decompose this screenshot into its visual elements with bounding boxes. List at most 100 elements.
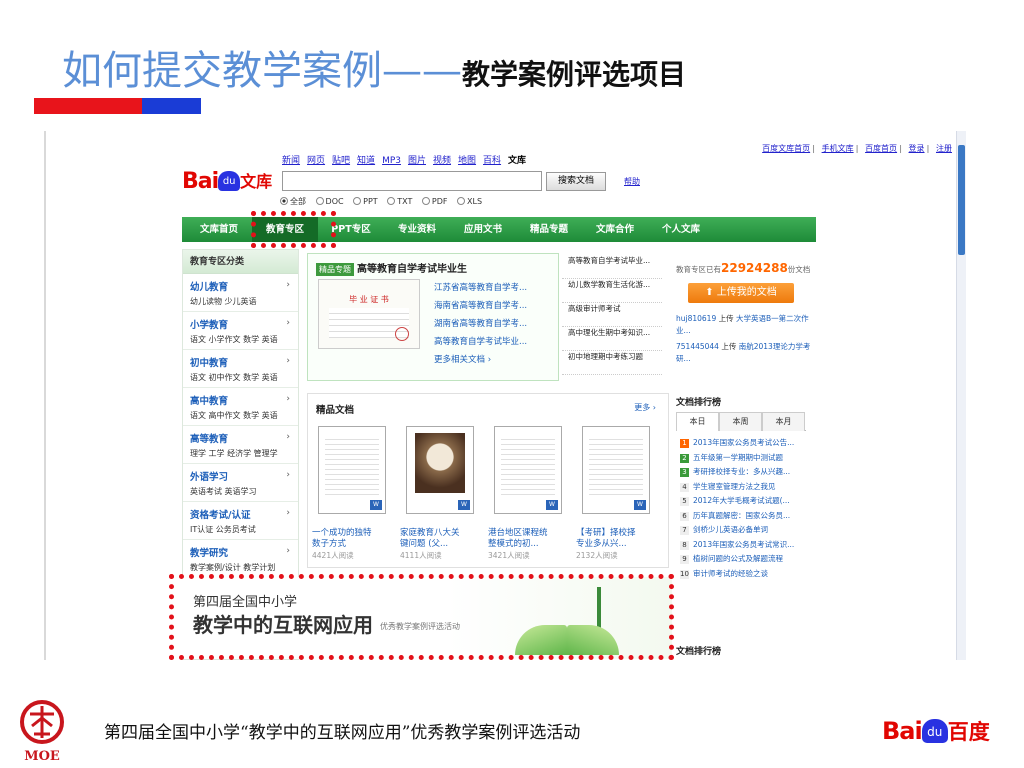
link-wenku-home[interactable]: 百度文库首页 xyxy=(762,144,810,153)
search-input[interactable] xyxy=(282,171,542,191)
doc-title[interactable]: 港台地区课程统 整模式的初... xyxy=(488,528,568,550)
radio-pdf[interactable]: PDF xyxy=(421,197,448,206)
link-register[interactable]: 注册 xyxy=(936,144,952,153)
doc-title[interactable]: 一个成功的独特 数子方式 xyxy=(312,528,392,550)
featured-side-item[interactable]: 幼儿数学教育生活化游... xyxy=(562,279,662,303)
radio-txt[interactable]: TXT xyxy=(387,197,412,206)
tab-today[interactable]: 本日 xyxy=(676,412,719,431)
doc-card[interactable]: W 家庭教育八大关 键问题 (父... 4111人阅读 xyxy=(400,426,480,561)
radio-icon xyxy=(421,197,430,205)
tab-this-week[interactable]: 本周 xyxy=(719,412,762,431)
featured-link[interactable]: 海南省高等教育自学考... xyxy=(434,297,527,315)
more-related-link[interactable]: 更多相关文档 › xyxy=(434,351,527,369)
ranking-title: 文档排行榜 xyxy=(676,398,722,408)
chevron-right-icon: › xyxy=(286,470,290,480)
tab-personal[interactable]: 个人文库 xyxy=(648,217,714,242)
ranking-item[interactable]: 3 考研择校择专业：多从兴趣... xyxy=(680,466,820,481)
doc-card[interactable]: W 【考研】择校择 专业多从兴... 2132人阅读 xyxy=(576,426,656,561)
doc-title[interactable]: 【考研】择校择 专业多从兴... xyxy=(576,528,656,550)
more-link[interactable]: 更多 › xyxy=(634,402,656,413)
radio-icon xyxy=(457,197,466,205)
featured-side-item[interactable]: 高级审计师考试 xyxy=(562,303,662,327)
link-baidu-home[interactable]: 百度首页 xyxy=(865,144,897,153)
word-icon: W xyxy=(458,500,470,510)
featured-side-item[interactable]: 高中理化生期中考知识... xyxy=(562,327,662,351)
doc-title[interactable]: 家庭教育八大关 键问题 (父... xyxy=(400,528,480,550)
doc-thumbnail[interactable]: W xyxy=(582,426,650,514)
doc-card[interactable]: W 一个成功的独特 数子方式 4421人阅读 xyxy=(312,426,392,561)
doc-thumbnail[interactable]: W xyxy=(406,426,474,514)
nav-images[interactable]: 图片 xyxy=(408,156,426,166)
sidebar-item-preschool[interactable]: 幼儿教育 幼儿读物 少儿英语 › xyxy=(183,274,298,312)
featured-title[interactable]: 精品专题 高等教育自学考试毕业生 xyxy=(316,260,467,276)
nav-video[interactable]: 视频 xyxy=(433,156,451,166)
tab-this-month[interactable]: 本月 xyxy=(762,412,805,431)
ranking-item[interactable]: 6 历年真题解密：国家公务员... xyxy=(680,510,820,525)
chevron-right-icon: › xyxy=(286,318,290,328)
ranking-item[interactable]: 7 剑桥少儿英语必备单词 xyxy=(680,524,820,539)
word-icon: W xyxy=(634,500,646,510)
nav-zhidao[interactable]: 知道 xyxy=(357,156,375,166)
featured-link[interactable]: 高等教育自学考试毕业... xyxy=(434,333,527,351)
certificate-thumbnail[interactable]: 毕 业 证 书 xyxy=(318,279,420,349)
sidebar-item-primary[interactable]: 小学教育 语文 小学作文 数学 英语 › xyxy=(183,312,298,350)
doc-thumbnail[interactable]: W xyxy=(494,426,562,514)
tab-topics[interactable]: 精品专题 xyxy=(516,217,582,242)
doc-views: 3421人阅读 xyxy=(488,551,530,560)
sidebar-item-junior[interactable]: 初中教育 语文 初中作文 数学 英语 › xyxy=(183,350,298,388)
radio-all[interactable]: 全部 xyxy=(280,197,306,206)
ranking-item[interactable]: 5 2012年大学毛概考试试题(... xyxy=(680,495,820,510)
tab-cooperation[interactable]: 文库合作 xyxy=(582,217,648,242)
doc-thumbnail[interactable]: W xyxy=(318,426,386,514)
sidebar-item-higher[interactable]: 高等教育 理学 工学 经济学 管理学 › xyxy=(183,426,298,464)
vertical-scrollbar[interactable] xyxy=(956,131,966,660)
premium-docs-title: 精品文档 xyxy=(316,405,355,416)
moe-logo: MOE xyxy=(20,700,64,764)
ranking-item[interactable]: 10 审计师考试的经验之谈 xyxy=(680,568,820,583)
nav-tieba[interactable]: 贴吧 xyxy=(332,156,350,166)
ranking-title-2: 文档排行榜 xyxy=(676,647,722,657)
sidebar-title: 教育专区分类 xyxy=(183,250,298,274)
featured-side-item[interactable]: 高等教育自学考试毕业... xyxy=(562,255,662,279)
featured-link[interactable]: 湖南省高等教育自学考... xyxy=(434,315,527,333)
chevron-right-icon: › xyxy=(286,432,290,442)
help-link[interactable]: 帮助 xyxy=(624,176,640,187)
scrollbar-thumb[interactable] xyxy=(958,145,965,255)
tab-documents[interactable]: 应用文书 xyxy=(450,217,516,242)
ranking-item[interactable]: 8 2013年国家公务员考试常识... xyxy=(680,539,820,554)
slide-title: 如何提交教学案例——教学案例评选项目 xyxy=(62,38,686,96)
word-icon: W xyxy=(370,500,382,510)
link-login[interactable]: 登录 xyxy=(909,144,925,153)
featured-link[interactable]: 江苏省高等教育自学考... xyxy=(434,279,527,297)
sidebar-item-research[interactable]: 教学研究 教学案例/设计 教学计划 › xyxy=(183,540,298,578)
nav-map[interactable]: 地图 xyxy=(458,156,476,166)
tab-wenku-home[interactable]: 文库首页 xyxy=(186,217,252,242)
footer-text: 第四届全国中小学“教学中的互联网应用”优秀教学案例评选活动 xyxy=(104,723,581,743)
radio-ppt[interactable]: PPT xyxy=(353,197,378,206)
filetype-radios: 全部 DOC PPT TXT PDF XLS xyxy=(280,196,489,207)
baidu-wenku-logo[interactable]: Bai du 文库 xyxy=(182,169,274,195)
sidebar-item-certification[interactable]: 资格考试/认证 IT认证 公务员考试 › xyxy=(183,502,298,540)
link-mobile-wenku[interactable]: 手机文库 xyxy=(822,144,854,153)
upload-activity[interactable]: huj810619 上传 大学英语B一第二次作业... xyxy=(676,313,814,337)
sidebar-item-language[interactable]: 外语学习 英语考试 英语学习 › xyxy=(183,464,298,502)
ranking-item[interactable]: 1 2013年国家公务员考试公告... xyxy=(680,437,820,452)
upload-activity[interactable]: 751445044 上传 南航2013理论力学考研... xyxy=(676,341,814,365)
radio-doc[interactable]: DOC xyxy=(315,197,344,206)
featured-topic: 精品专题 高等教育自学考试毕业生 毕 业 证 书 江苏省高等教育自学考... 海南… xyxy=(307,253,559,381)
search-button[interactable]: 搜索文档 xyxy=(546,172,606,191)
nav-mp3[interactable]: MP3 xyxy=(382,156,401,166)
sidebar-item-senior[interactable]: 高中教育 语文 高中作文 数学 英语 › xyxy=(183,388,298,426)
nav-baike[interactable]: 百科 xyxy=(483,156,501,166)
ranking-item[interactable]: 4 学生寝室管理方法之我见 xyxy=(680,481,820,496)
nav-web[interactable]: 网页 xyxy=(307,156,325,166)
doc-card[interactable]: W 港台地区课程统 整模式的初... 3421人阅读 xyxy=(488,426,568,561)
doc-views: 4111人阅读 xyxy=(400,551,442,560)
radio-xls[interactable]: XLS xyxy=(457,197,482,206)
upload-button[interactable]: ⬆ 上传我的文档 xyxy=(688,283,794,303)
featured-side-item[interactable]: 初中地理期中考练习题 xyxy=(562,351,662,375)
tab-professional[interactable]: 专业资料 xyxy=(384,217,450,242)
ranking-item[interactable]: 9 植树问题的公式及解题流程 xyxy=(680,553,820,568)
nav-news[interactable]: 新闻 xyxy=(282,156,300,166)
ranking-item[interactable]: 2 五年级第一学期期中测试题 xyxy=(680,452,820,467)
